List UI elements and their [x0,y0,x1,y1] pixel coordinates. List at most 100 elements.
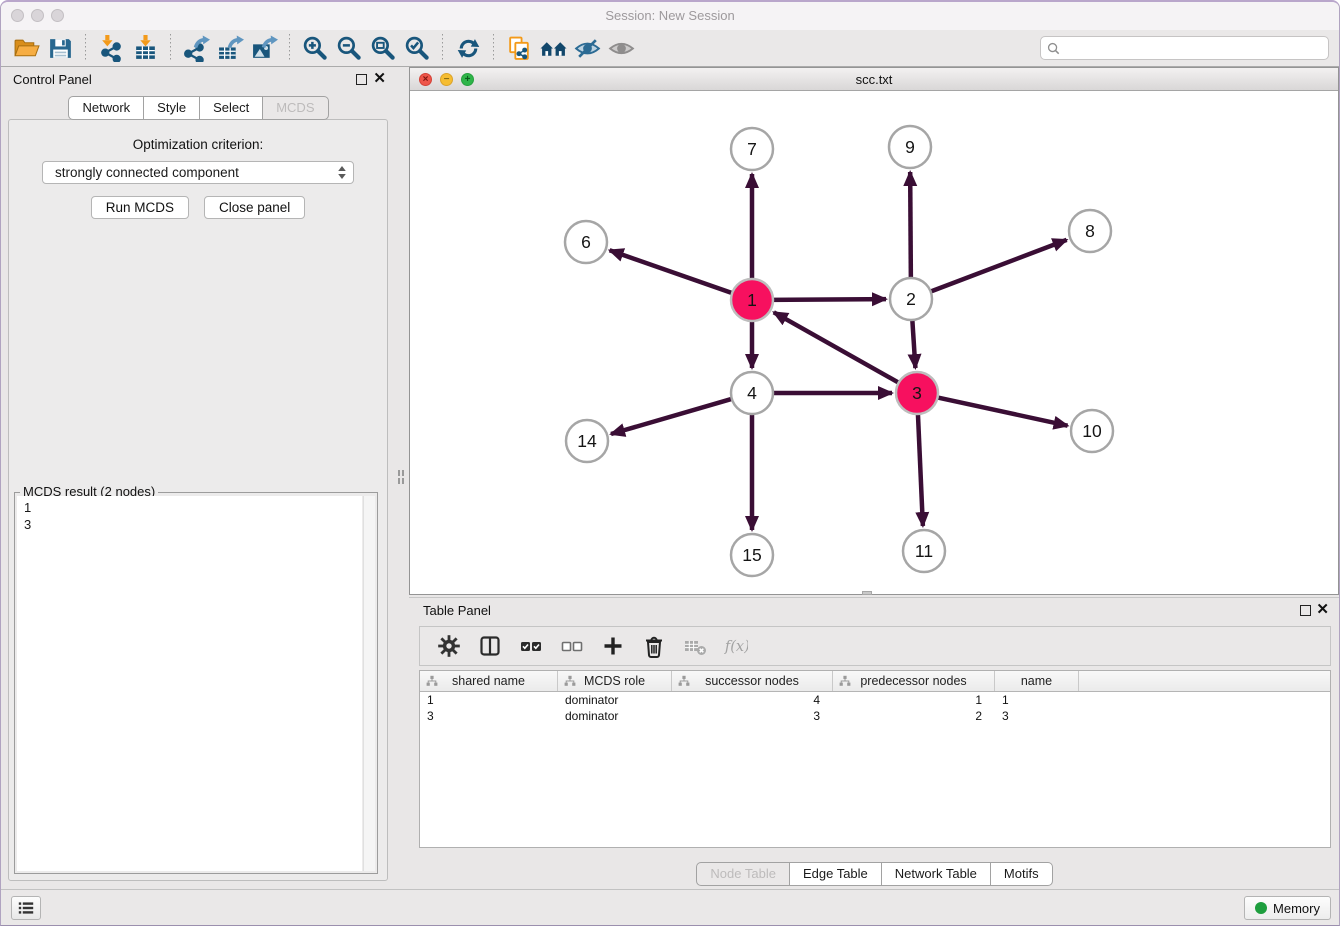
memory-status-icon [1255,902,1267,914]
split-columns-icon[interactable] [477,633,503,659]
toolbar-separator [442,34,443,62]
float-control-panel-button[interactable] [356,74,367,85]
memory-button[interactable]: Memory [1244,896,1331,920]
open-session-icon[interactable] [9,33,43,63]
tab-style[interactable]: Style [143,96,200,120]
control-panel-title: Control Panel [13,72,92,87]
graph-node-1[interactable]: 1 [731,279,773,321]
unselect-all-columns-icon[interactable] [559,633,585,659]
graph-edge-3-1[interactable] [774,312,901,383]
ui-panel-menu-button[interactable] [11,896,41,920]
svg-text:1: 1 [747,290,757,310]
import-table-icon[interactable] [128,33,162,63]
column-header-shared-name[interactable]: shared name [420,671,558,691]
search-box [1040,36,1329,60]
first-neighbors-icon[interactable] [536,33,570,63]
tab-network[interactable]: Network [68,96,144,120]
column-header-name[interactable]: name [995,671,1079,691]
svg-text:11: 11 [915,541,933,561]
copy-network-icon[interactable] [502,33,536,63]
cell-shared-name: 1 [420,692,558,708]
column-header-mcds-role[interactable]: MCDS role [558,671,672,691]
node-table: shared name MCDS role successor nodesprede… [419,670,1331,848]
save-session-icon[interactable] [43,33,77,63]
table-panel: Table Panel ✕ f(x) shared nameMCDS roles… [409,597,1339,890]
column-header-successor-nodes[interactable]: successor nodes [672,671,833,691]
table-body: 1dominator4113dominator323 [420,692,1330,724]
graph-node-7[interactable]: 7 [731,128,773,170]
export-table-icon[interactable] [213,33,247,63]
delete-table-icon [682,633,708,659]
graph-edge-3-11[interactable] [918,412,923,526]
table-tab-motifs[interactable]: Motifs [990,862,1053,886]
delete-row-icon[interactable] [641,633,667,659]
search-icon [1047,42,1060,55]
run-mcds-button[interactable]: Run MCDS [91,196,189,219]
float-table-panel-button[interactable] [1300,605,1311,616]
column-header-label: name [1021,674,1052,688]
export-network-icon[interactable] [179,33,213,63]
table-tab-network-table[interactable]: Network Table [881,862,991,886]
refresh-icon[interactable] [451,33,485,63]
graph-node-4[interactable]: 4 [731,372,773,414]
graph-node-14[interactable]: 14 [566,420,608,462]
close-table-panel-button[interactable]: ✕ [1316,601,1329,619]
table-panel-title: Table Panel [423,603,491,618]
graph-edge-2-8[interactable] [929,240,1067,292]
graph-node-10[interactable]: 10 [1071,410,1113,452]
table-row[interactable]: 1dominator411 [420,692,1330,708]
splitter-handle-icon[interactable] [398,470,405,486]
graph-edge-1-6[interactable] [610,250,734,293]
table-tab-node-table[interactable]: Node Table [696,862,790,886]
select-all-columns-icon[interactable] [518,633,544,659]
column-header-predecessor-nodes[interactable]: predecessor nodes [833,671,995,691]
add-row-icon[interactable] [600,633,626,659]
zoom-selected-icon[interactable] [400,33,434,63]
result-scrollbar[interactable] [363,496,375,871]
panel-splitter[interactable] [395,67,409,889]
graph-node-15[interactable]: 15 [731,534,773,576]
network-maximize-button[interactable]: + [461,73,474,86]
toolbar-separator [289,34,290,62]
criterion-dropdown[interactable]: strongly connected component [42,161,354,184]
column-header-label: shared name [452,674,525,688]
column-header-filler [1079,671,1330,691]
memory-label: Memory [1273,901,1320,916]
zoom-in-icon[interactable] [298,33,332,63]
close-control-panel-button[interactable]: ✕ [373,70,386,88]
tab-select[interactable]: Select [199,96,263,120]
graph-node-9[interactable]: 9 [889,126,931,168]
network-graph-canvas[interactable]: 7 9 6 8 1 2 4 3 14 10 15 11 [410,91,1338,594]
graph-edge-3-10[interactable] [936,397,1068,426]
import-network-icon[interactable] [94,33,128,63]
table-row[interactable]: 3dominator323 [420,708,1330,724]
graph-node-8[interactable]: 8 [1069,210,1111,252]
search-input[interactable] [1064,40,1322,57]
title-bar: Session: New Session [1,2,1339,30]
graph-node-3[interactable]: 3 [896,372,938,414]
network-close-button[interactable]: × [419,73,432,86]
close-panel-button[interactable]: Close panel [204,196,305,219]
window-title: Session: New Session [1,2,1339,30]
table-tab-edge-table[interactable]: Edge Table [789,862,882,886]
graph-node-11[interactable]: 11 [903,530,945,572]
graph-node-6[interactable]: 6 [565,221,607,263]
network-resize-handle[interactable] [862,591,872,595]
svg-text:f(x): f(x) [724,638,748,655]
tab-mcds[interactable]: MCDS [262,96,328,120]
zoom-fit-icon[interactable] [366,33,400,63]
zoom-out-icon[interactable] [332,33,366,63]
export-image-icon[interactable] [247,33,281,63]
mcds-result-list[interactable]: 13 [17,496,362,871]
control-panel-header: Control Panel ✕ [1,67,395,93]
graph-edge-2-3[interactable] [912,318,915,368]
show-all-icon[interactable] [604,33,638,63]
column-header-label: MCDS role [584,674,645,688]
graph-edge-4-14[interactable] [611,398,734,434]
settings-gear-icon[interactable] [436,633,462,659]
graph-node-2[interactable]: 2 [890,278,932,320]
hide-selected-icon[interactable] [570,33,604,63]
network-minimize-button[interactable]: − [440,73,453,86]
graph-edge-1-2[interactable] [771,299,886,300]
graph-edge-2-9[interactable] [910,172,911,280]
